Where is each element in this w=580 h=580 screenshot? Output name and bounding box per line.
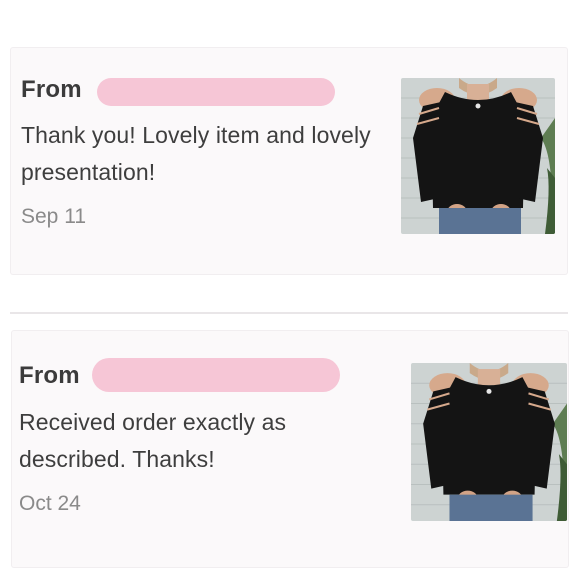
divider bbox=[0, 290, 580, 330]
from-label: From bbox=[19, 362, 80, 389]
product-photo-image bbox=[401, 78, 555, 234]
review-card: From Received order exactly as described… bbox=[12, 331, 568, 567]
redacted-username bbox=[92, 358, 340, 392]
review-date: Sep 11 bbox=[21, 205, 86, 228]
from-label: From bbox=[21, 76, 82, 103]
reviewer-row: From bbox=[21, 76, 82, 104]
product-photo-image bbox=[411, 363, 567, 521]
product-thumbnail[interactable] bbox=[401, 78, 555, 234]
review-text: Thank you! Lovely item and lovely presen… bbox=[21, 122, 371, 185]
reviewer-row: From bbox=[19, 362, 80, 390]
product-thumbnail[interactable] bbox=[411, 363, 567, 521]
review-text: Received order exactly as described. Tha… bbox=[19, 409, 287, 472]
review-date: Oct 24 bbox=[19, 492, 81, 515]
review-card: From Thank you! Lovely item and lovely p… bbox=[11, 48, 567, 274]
divider-line bbox=[10, 312, 568, 314]
review-collage: From Thank you! Lovely item and lovely p… bbox=[0, 0, 580, 580]
redacted-username bbox=[97, 78, 335, 106]
